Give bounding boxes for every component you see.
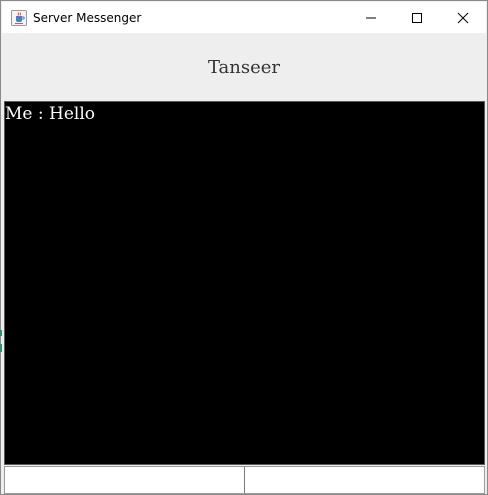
message-line: Me : Hello xyxy=(5,104,95,124)
minimize-icon xyxy=(366,17,376,18)
close-icon xyxy=(457,12,469,23)
chat-header: Tanseer xyxy=(2,33,486,101)
maximize-icon xyxy=(412,12,422,23)
background-edge-mark xyxy=(0,344,2,352)
close-button[interactable] xyxy=(440,2,486,33)
message-input[interactable] xyxy=(5,467,245,493)
app-window: Server Messenger Tanseer Me : Hello xyxy=(0,0,488,495)
maximize-button[interactable] xyxy=(394,2,440,33)
title-bar[interactable]: Server Messenger xyxy=(2,2,486,33)
minimize-button[interactable] xyxy=(348,2,394,33)
java-cup-icon xyxy=(11,9,27,26)
background-edge-mark xyxy=(0,330,2,336)
contact-name: Tanseer xyxy=(207,56,281,78)
message-area[interactable]: Me : Hello xyxy=(4,101,485,465)
send-field[interactable] xyxy=(245,467,484,493)
input-row xyxy=(4,466,485,494)
window-title: Server Messenger xyxy=(33,10,142,25)
